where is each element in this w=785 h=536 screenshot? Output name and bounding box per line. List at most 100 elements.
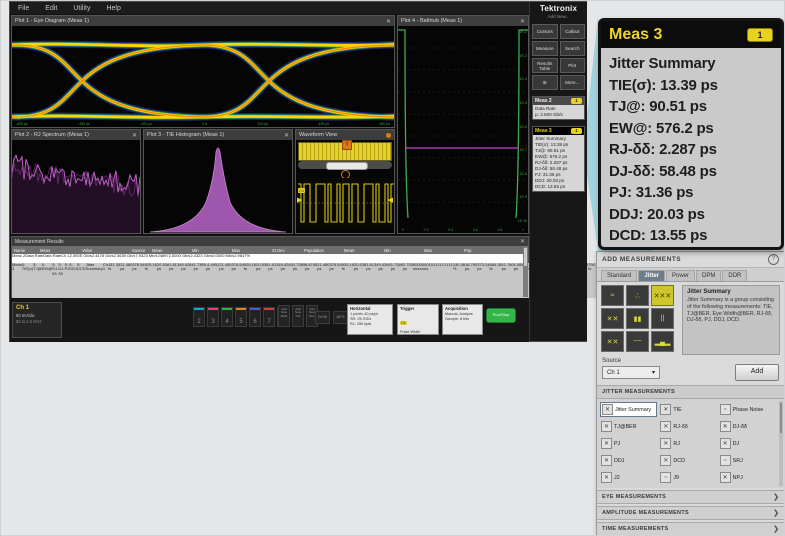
measurement-item[interactable]: ✕ DJ: [719, 436, 776, 451]
panel-scrollbar[interactable]: [779, 401, 783, 486]
measurement-item[interactable]: ✕ J2: [600, 470, 657, 485]
meas3-badge[interactable]: Meas 3 1 Jitter SummaryTIE(σ): 13.39 psT…: [532, 126, 585, 192]
gallery-thumb[interactable]: ≈: [601, 285, 624, 306]
table-cell-line: 9.4284 ps: [378, 263, 390, 272]
channel-1-scale: 50 mV/div: [16, 313, 58, 318]
gallery-thumb[interactable]: ✕✕: [601, 331, 624, 352]
measurement-item[interactable]: ✕ Jitter Summary: [600, 402, 657, 417]
sidebar-button[interactable]: Measure: [532, 41, 558, 56]
measurement-item[interactable]: ✕ RJ: [659, 436, 716, 451]
gallery-thumb[interactable]: ✕✕: [601, 308, 624, 329]
gallery-thumb[interactable]: ∴: [626, 285, 649, 306]
left-arrow-icon[interactable]: ▶: [297, 196, 302, 204]
menu-item[interactable]: Edit: [45, 5, 57, 12]
utility-button[interactable]: AFG: [333, 311, 348, 324]
measurement-label: J9: [673, 475, 679, 481]
table-cell: 10111111111: [429, 263, 453, 298]
measurement-item[interactable]: ~ Phase Noise: [719, 402, 776, 417]
sidebar-button[interactable]: ⊞: [532, 75, 558, 90]
measurement-item[interactable]: ✕ DCD: [659, 453, 716, 468]
collapsed-section-header[interactable]: TIME MEASUREMENTS ❯: [597, 522, 784, 536]
menu-item[interactable]: File: [18, 5, 29, 12]
sidebar: Tektronix Add New... CursorsCalloutMeasu…: [529, 2, 587, 341]
measurement-item[interactable]: ~ SRJ: [719, 453, 776, 468]
description-body: Jitter Summary is a group consisting of …: [687, 297, 775, 324]
measurement-item[interactable]: ✕ PJ: [600, 436, 657, 451]
meas2-badge[interactable]: Meas 2 1 Data Rateµ: 2.500 Gb/s: [532, 96, 585, 120]
channel-button[interactable]: 6: [249, 307, 261, 327]
panel-tabs: StandardJitterPowerDPMDDR: [597, 268, 784, 282]
close-icon[interactable]: ✕: [386, 18, 391, 25]
table-row[interactable]: Meas 3 δ: TIE(σ)δ: TJ@δ: EW@δ: RJ-δδδ: D…: [12, 263, 528, 298]
channel-button[interactable]: 4: [221, 307, 233, 327]
sidebar-button[interactable]: Callout: [560, 24, 586, 39]
run-stop-button[interactable]: Run/Stop: [486, 308, 516, 323]
add-new-button[interactable]: Add New Math: [278, 305, 290, 327]
acquisition-line: Manual, Analyze: [445, 312, 480, 316]
table-cell-line: 1011: [429, 263, 438, 267]
sidebar-buttons: CursorsCalloutMeasureSearchResults Table…: [532, 24, 585, 90]
section-title: AMPLITUDE MEASUREMENTS: [602, 510, 689, 516]
utility-button[interactable]: DVM: [315, 311, 330, 324]
tab[interactable]: DPM: [696, 270, 721, 281]
tab[interactable]: Jitter: [638, 270, 665, 281]
add-new-button[interactable]: Add New Ref: [292, 305, 304, 327]
menu-item[interactable]: Help: [106, 5, 120, 12]
measurement-item[interactable]: ✕ DJ-δδ: [719, 419, 776, 434]
gallery-thumb[interactable]: ▮▮: [626, 308, 649, 329]
help-icon[interactable]: ?: [768, 254, 779, 265]
trigger-badge[interactable]: Trigger C1 Pulse Width2 ns: [397, 304, 439, 335]
acquisition-badge[interactable]: Acquisition Manual, AnalyzeSample: 8 bit…: [442, 304, 483, 335]
gallery-thumb[interactable]: ~~: [626, 331, 649, 352]
measurement-item[interactable]: ✕ RJ-δδ: [659, 419, 716, 434]
tab[interactable]: Power: [666, 270, 695, 281]
right-arrow-icon[interactable]: ◀: [388, 196, 393, 204]
collapsed-section-header[interactable]: EYE MEASUREMENTS ❯: [597, 490, 784, 504]
sidebar-button[interactable]: Search: [560, 41, 586, 56]
horizontal-badge[interactable]: Horizontal 1 µs/div 40 ps/ptSR: 25 GS/sR…: [347, 304, 393, 335]
results-scrollbar[interactable]: [523, 246, 528, 297]
waveform-zoom-pill[interactable]: [326, 162, 368, 170]
sidebar-button[interactable]: More...: [560, 75, 586, 90]
sidebar-button[interactable]: Plot: [560, 58, 586, 73]
jitter-section-header[interactable]: JITTER MEASUREMENTS: [597, 385, 784, 399]
gallery-thumb[interactable]: ||: [651, 308, 674, 329]
menu-item[interactable]: Utility: [73, 5, 90, 12]
measurement-item[interactable]: ✕ TIE: [659, 402, 716, 417]
channel-button[interactable]: 5: [235, 307, 247, 327]
axis-tick-label: 400 ps: [319, 122, 330, 126]
measurement-item[interactable]: ~ J9: [659, 470, 716, 485]
close-icon[interactable]: ✕: [132, 132, 137, 139]
measurement-item[interactable]: ✕ NPJ: [719, 470, 776, 485]
callout-row: DJ-δδ: 58.48 ps: [609, 161, 773, 183]
table-cell-line: 1.7389 ps: [194, 263, 206, 272]
results-header-cell: Min: [190, 248, 230, 253]
close-icon[interactable]: ✕: [284, 132, 289, 139]
channel-button[interactable]: 7: [263, 307, 275, 327]
axis-tick-label: 1E-2: [520, 30, 527, 34]
table-cell-line: 20.538 ps: [354, 263, 366, 272]
close-icon[interactable]: ✕: [520, 18, 525, 25]
collapsed-section-header[interactable]: AMPLITUDE MEASUREMENTS ❯: [597, 506, 784, 520]
gallery-thumb[interactable]: ✕✕✕: [651, 285, 674, 306]
channel-button[interactable]: 2: [193, 307, 205, 327]
results-header-cell: Source: [130, 248, 150, 253]
tab[interactable]: Standard: [601, 270, 637, 281]
measurement-label: J2: [614, 475, 620, 481]
source-select[interactable]: Ch 1 ▾: [602, 366, 660, 379]
trigger-marker-icon[interactable]: T: [342, 140, 352, 150]
close-icon[interactable]: ✕: [520, 238, 525, 245]
channel-1-badge[interactable]: Ch 1 50 mV/div 50 Ω 2.5 GHz: [12, 302, 62, 338]
add-button[interactable]: Add: [735, 364, 779, 381]
channel-button[interactable]: 3: [207, 307, 219, 327]
table-cell-line: -4.4951 ps: [206, 263, 220, 272]
gallery-thumb[interactable]: ▂▄▂: [651, 331, 674, 352]
measurement-item[interactable]: ✕ DDJ: [600, 453, 657, 468]
results-header-cell: Mean: [342, 248, 382, 253]
measurement-label: RJ-δδ: [673, 424, 687, 430]
measurement-item[interactable]: ✕ TJ@BER: [600, 419, 657, 434]
waveform-scrollbar[interactable]: [298, 161, 392, 169]
tab[interactable]: DDR: [722, 270, 747, 281]
sidebar-button[interactable]: Results Table: [532, 58, 558, 73]
sidebar-button[interactable]: Cursors: [532, 24, 558, 39]
